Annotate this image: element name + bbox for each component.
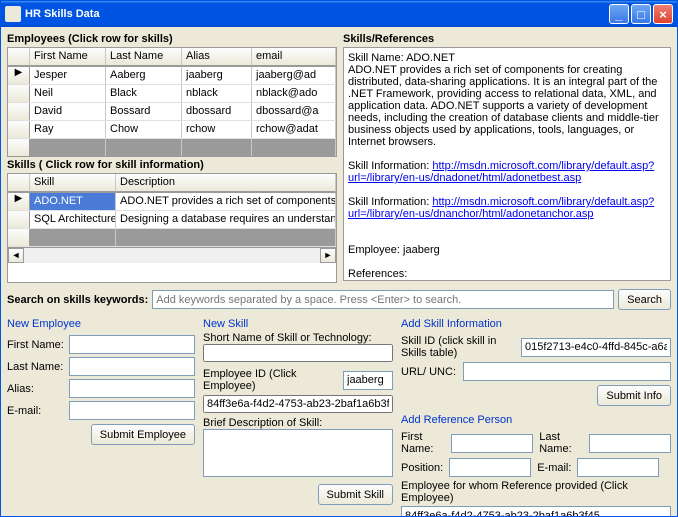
search-input[interactable] <box>152 290 614 309</box>
content-area: Employees (Click row for skills) First N… <box>1 27 677 516</box>
skills-scrollbar[interactable]: ◄► <box>8 247 336 263</box>
close-button[interactable]: × <box>653 4 673 24</box>
last-name-input[interactable] <box>69 357 195 376</box>
submit-skill-button[interactable]: Submit Skill <box>318 484 393 505</box>
search-button[interactable]: Search <box>618 289 671 310</box>
skill-name-input[interactable] <box>203 344 393 362</box>
details-title: Skills/References <box>343 31 671 47</box>
skill-description-input[interactable] <box>203 429 393 477</box>
alias-input[interactable] <box>69 379 195 398</box>
employees-title: Employees (Click row for skills) <box>7 31 337 47</box>
first-name-input[interactable] <box>69 335 195 354</box>
skill-employee-alias[interactable] <box>343 371 393 390</box>
ref-position-input[interactable] <box>449 458 531 477</box>
titlebar[interactable]: HR Skills Data _ □ × <box>1 1 677 27</box>
new-employee-title: New Employee <box>7 316 195 332</box>
ref-email-input[interactable] <box>577 458 659 477</box>
new-skill-title: New Skill <box>203 316 393 332</box>
app-icon <box>5 6 21 22</box>
search-label: Search on skills keywords: <box>7 294 148 306</box>
table-row[interactable]: ▶JesperAabergjaabergjaaberg@ad <box>8 67 336 85</box>
table-row[interactable]: NeilBlacknblacknblack@ado <box>8 85 336 103</box>
table-row[interactable]: RayChowrchowrchow@adat <box>8 121 336 139</box>
table-row[interactable] <box>8 229 336 247</box>
ref-employee-guid[interactable] <box>401 506 671 516</box>
table-row[interactable]: ▶ADO.NETADO.NET provides a rich set of c… <box>8 193 336 211</box>
table-row[interactable]: SQL Architecture...Designing a database … <box>8 211 336 229</box>
maximize-button[interactable]: □ <box>631 4 651 24</box>
submit-employee-button[interactable]: Submit Employee <box>91 424 195 445</box>
col-description[interactable]: Description <box>116 174 336 192</box>
col-alias[interactable]: Alias <box>182 48 252 66</box>
skills-title: Skills ( Click row for skill information… <box>7 157 337 173</box>
col-email[interactable]: email <box>252 48 336 66</box>
employees-grid[interactable]: First Name Last Name Alias email ▶Jesper… <box>7 47 337 157</box>
col-skill[interactable]: Skill <box>30 174 116 192</box>
skill-employee-guid[interactable] <box>203 395 393 413</box>
add-reference-title: Add Reference Person <box>401 412 671 428</box>
email-input[interactable] <box>69 401 195 420</box>
app-window: HR Skills Data _ □ × Employees (Click ro… <box>0 0 678 517</box>
skills-grid[interactable]: Skill Description ▶ADO.NETADO.NET provid… <box>7 173 337 283</box>
details-panel: Skill Name: ADO.NET ADO.NET provides a r… <box>343 47 671 281</box>
window-title: HR Skills Data <box>25 8 607 20</box>
col-last-name[interactable]: Last Name <box>106 48 182 66</box>
ref-last-name-input[interactable] <box>589 434 671 453</box>
ref-first-name-input[interactable] <box>451 434 533 453</box>
minimize-button[interactable]: _ <box>609 4 629 24</box>
submit-info-button[interactable]: Submit Info <box>597 385 671 406</box>
url-input[interactable] <box>463 362 671 381</box>
table-row[interactable]: DavidBossarddbossarddbossard@a <box>8 103 336 121</box>
col-first-name[interactable]: First Name <box>30 48 106 66</box>
table-row[interactable] <box>8 139 336 157</box>
skill-id-input[interactable] <box>521 338 671 357</box>
add-skill-info-title: Add Skill Information <box>401 316 671 332</box>
